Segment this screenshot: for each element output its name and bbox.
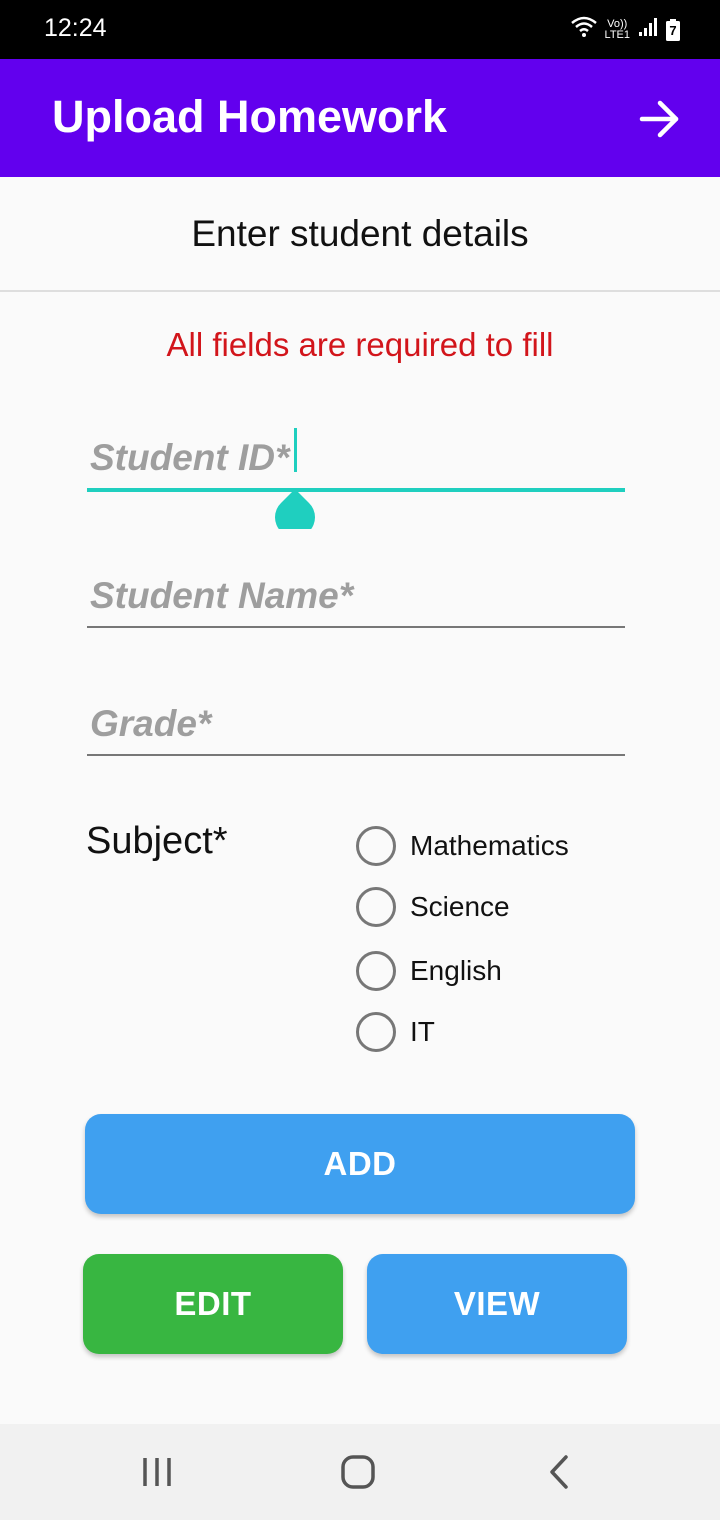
- radio-label: English: [410, 955, 502, 986]
- student-name-field-container: [87, 566, 625, 628]
- battery-icon: 7: [666, 18, 680, 41]
- volte-lte-icon: Vo)) LTE1: [604, 17, 630, 41]
- student-id-input[interactable]: [87, 428, 625, 488]
- radio-mathematics[interactable]: Mathematics: [356, 824, 569, 868]
- battery-level: 7: [669, 22, 677, 38]
- navigation-bar: [0, 1424, 720, 1520]
- text-cursor: [294, 428, 297, 472]
- radio-circle-icon[interactable]: [356, 1012, 396, 1052]
- radio-label: Science: [410, 891, 510, 922]
- radio-science[interactable]: Science: [356, 885, 510, 929]
- radio-it[interactable]: IT: [356, 1010, 435, 1054]
- student-id-underline: [87, 488, 625, 492]
- arrow-right-icon[interactable]: [636, 95, 684, 143]
- subject-label: Subject*: [86, 820, 228, 862]
- signal-icon: [638, 17, 658, 42]
- app-bar: Upload Homework: [0, 59, 720, 177]
- radio-circle-icon[interactable]: [356, 951, 396, 991]
- student-id-field-container: [87, 428, 625, 538]
- grade-input[interactable]: [87, 694, 625, 754]
- grade-underline: [87, 754, 625, 756]
- student-name-input[interactable]: [87, 566, 625, 626]
- required-note: All fields are required to fill: [166, 326, 554, 363]
- volte-text: Vo)): [607, 17, 628, 30]
- status-time: 12:24: [44, 14, 107, 42]
- back-icon[interactable]: [540, 1452, 580, 1492]
- grade-field-container: [87, 694, 625, 756]
- student-name-underline: [87, 626, 625, 628]
- add-button[interactable]: ADD: [85, 1114, 635, 1214]
- home-icon[interactable]: [338, 1452, 378, 1492]
- lte-text: LTE1: [604, 28, 630, 41]
- radio-label: IT: [410, 1016, 435, 1047]
- wifi-icon: [570, 16, 597, 43]
- radio-label: Mathematics: [410, 830, 569, 861]
- radio-circle-icon[interactable]: [356, 826, 396, 866]
- edit-button[interactable]: EDIT: [83, 1254, 343, 1354]
- section-header: Enter student details: [0, 177, 720, 292]
- view-button[interactable]: VIEW: [367, 1254, 627, 1354]
- radio-circle-icon[interactable]: [356, 887, 396, 927]
- app-title: Upload Homework: [52, 91, 448, 142]
- radio-english[interactable]: English: [356, 949, 502, 993]
- status-bar: 12:24 Vo)) LTE1 7: [0, 0, 720, 59]
- status-icons: Vo)) LTE1 7: [570, 16, 680, 43]
- recents-icon[interactable]: [137, 1452, 177, 1492]
- section-title: Enter student details: [191, 212, 529, 254]
- cursor-handle-icon[interactable]: [275, 489, 315, 538]
